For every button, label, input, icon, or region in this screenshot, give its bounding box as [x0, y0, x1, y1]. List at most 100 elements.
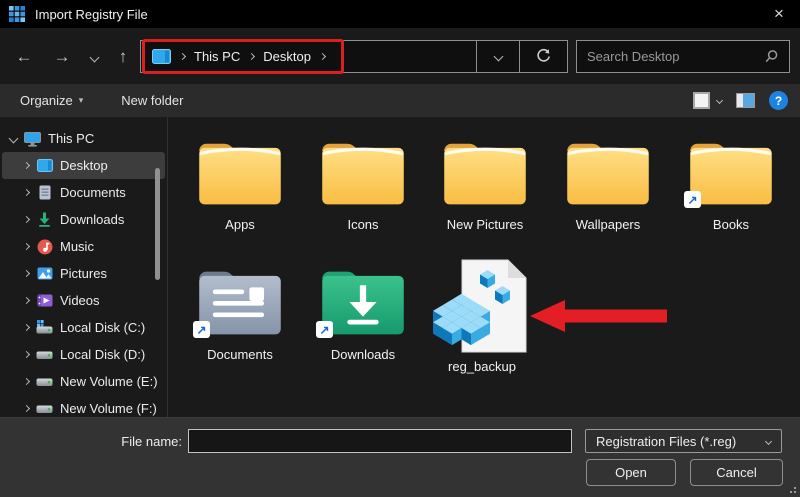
- file-type-dropdown[interactable]: Registration Files (*.reg): [585, 429, 782, 453]
- refresh-icon: [537, 48, 550, 62]
- folder-tile-downloads[interactable]: ↗ Downloads: [307, 262, 419, 362]
- sidebar-item-videos[interactable]: Videos: [2, 287, 165, 314]
- sidebar-item-new-volume-e[interactable]: New Volume (E:): [2, 368, 165, 395]
- chevron-down-icon: [493, 51, 503, 62]
- folder-tile-books[interactable]: ↗ Books: [675, 134, 787, 232]
- caret-down-icon: ▾: [78, 95, 84, 105]
- registry-file-icon: [433, 259, 527, 353]
- file-label: Books: [712, 217, 750, 232]
- breadcrumb: This PC Desktop: [141, 41, 476, 72]
- drive-icon: [36, 400, 53, 417]
- folder-icon: [444, 143, 526, 205]
- chevron-right-icon[interactable]: [22, 215, 31, 224]
- this-pc-icon: [24, 130, 41, 147]
- file-name-input[interactable]: [188, 429, 572, 453]
- drive-icon: [36, 346, 53, 363]
- chevron-right-icon[interactable]: [22, 161, 31, 170]
- sidebar-item-this-pc[interactable]: This PC: [2, 125, 165, 152]
- chevron-right-icon[interactable]: [22, 269, 31, 278]
- chevron-right-icon[interactable]: [22, 350, 31, 359]
- organize-label: Organize: [20, 93, 73, 108]
- chevron-down-icon[interactable]: [8, 133, 19, 144]
- music-icon: [36, 238, 53, 255]
- chevron-right-icon[interactable]: [22, 323, 31, 332]
- desktop-icon: [36, 157, 53, 174]
- sidebar-item-documents[interactable]: Documents: [2, 179, 165, 206]
- window-title: Import Registry File: [35, 6, 148, 22]
- chevron-right-icon[interactable]: [22, 188, 31, 197]
- breadcrumb-this-pc[interactable]: This PC: [194, 49, 240, 64]
- sidebar-item-label: New Volume (F:): [60, 401, 157, 416]
- folder-tile-documents[interactable]: ↗ Documents: [184, 262, 296, 362]
- file-label: Apps: [225, 217, 255, 232]
- sidebar-item-local-disk-c[interactable]: Local Disk (C:): [2, 314, 165, 341]
- sidebar-item-label: Local Disk (D:): [60, 347, 146, 362]
- sidebar-item-label: Music: [60, 239, 94, 254]
- annotation-arrow-icon: [530, 300, 667, 332]
- sidebar-item-label: This PC: [48, 131, 95, 146]
- desktop-location-icon: [152, 49, 171, 64]
- pictures-icon: [36, 265, 53, 282]
- sidebar-item-label: Documents: [60, 185, 126, 200]
- search-box[interactable]: [576, 40, 790, 73]
- shortcut-arrow-icon: ↗: [684, 191, 701, 208]
- cancel-button[interactable]: Cancel: [690, 459, 783, 486]
- refresh-button[interactable]: [520, 41, 567, 72]
- sidebar-scrollbar[interactable]: [155, 168, 160, 280]
- import-registry-file-dialog: Import Registry File × ← → ↑ This PC Des…: [0, 0, 800, 497]
- folder-tile-icons[interactable]: Icons: [307, 134, 419, 232]
- chevron-right-icon[interactable]: [22, 404, 31, 413]
- address-bar[interactable]: This PC Desktop: [140, 40, 568, 73]
- file-label: Documents: [207, 347, 273, 362]
- shortcut-arrow-icon: ↗: [316, 321, 333, 338]
- pane-right-part: [743, 94, 754, 107]
- file-label: Downloads: [330, 347, 396, 362]
- sidebar-item-desktop[interactable]: Desktop: [2, 152, 165, 179]
- sidebar-item-downloads[interactable]: Downloads: [2, 206, 165, 233]
- sidebar-item-label: New Volume (E:): [60, 374, 158, 389]
- sidebar-item-local-disk-d[interactable]: Local Disk (D:): [2, 341, 165, 368]
- chevron-right-icon[interactable]: [22, 377, 31, 386]
- sidebar-item-label: Downloads: [60, 212, 125, 227]
- pane-divider: [167, 117, 168, 417]
- file-label: Icons: [347, 217, 379, 232]
- address-dropdown-button[interactable]: [477, 41, 519, 72]
- organize-menu-button[interactable]: Organize ▾: [20, 93, 83, 108]
- file-label: Wallpapers: [575, 217, 641, 232]
- search-input[interactable]: [577, 49, 764, 64]
- sidebar-item-label: Pictures: [60, 266, 107, 281]
- system-drive-icon: [36, 319, 53, 336]
- chevron-down-icon: [764, 437, 773, 445]
- sidebar-item-label: Local Disk (C:): [60, 320, 146, 335]
- folder-tile-wallpapers[interactable]: Wallpapers: [552, 134, 664, 232]
- close-button[interactable]: ×: [764, 1, 794, 27]
- change-view-button[interactable]: [693, 92, 724, 109]
- title-bar: Import Registry File ×: [0, 0, 800, 28]
- breadcrumb-separator-icon: [248, 52, 256, 61]
- forward-button[interactable]: →: [48, 44, 76, 70]
- preview-pane-button[interactable]: [736, 93, 755, 108]
- videos-icon: [36, 292, 53, 309]
- documents-icon: [36, 184, 53, 201]
- folder-tile-new-pictures[interactable]: New Pictures: [429, 134, 541, 232]
- recent-locations-button[interactable]: [82, 46, 106, 68]
- folder-icon: [322, 143, 404, 205]
- file-type-value: Registration Files (*.reg): [596, 433, 737, 449]
- chevron-right-icon[interactable]: [22, 242, 31, 251]
- sidebar-item-pictures[interactable]: Pictures: [2, 260, 165, 287]
- file-tile-reg-backup[interactable]: reg_backup: [426, 258, 538, 374]
- sidebar-item-music[interactable]: Music: [2, 233, 165, 260]
- resize-grip[interactable]: [787, 484, 797, 494]
- sidebar-item-new-volume-f[interactable]: New Volume (F:): [2, 395, 165, 417]
- new-folder-button[interactable]: New folder: [121, 93, 183, 108]
- sidebar-item-label: Desktop: [60, 158, 108, 173]
- breadcrumb-desktop[interactable]: Desktop: [263, 49, 311, 64]
- chevron-right-icon[interactable]: [22, 296, 31, 305]
- search-icon: [765, 50, 778, 63]
- folder-icon: [567, 143, 649, 205]
- folder-tile-apps[interactable]: Apps: [184, 134, 296, 232]
- open-button[interactable]: Open: [586, 459, 676, 486]
- back-button[interactable]: ←: [10, 44, 38, 70]
- up-button[interactable]: ↑: [110, 44, 136, 70]
- help-button[interactable]: ?: [769, 91, 788, 110]
